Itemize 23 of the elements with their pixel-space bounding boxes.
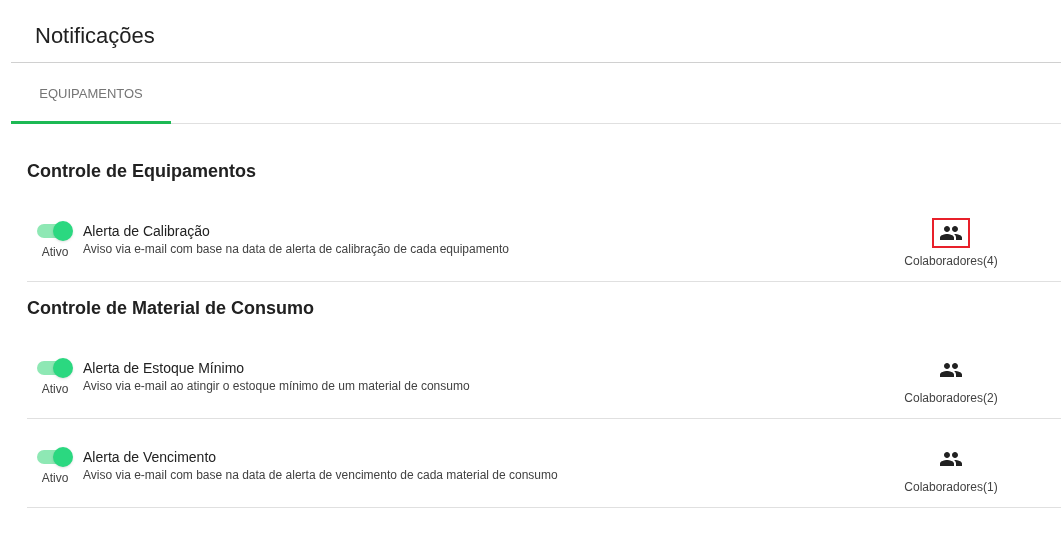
section-heading: Controle de Equipamentos (27, 160, 257, 183)
alert-description: Aviso via e-mail com base na data de alerta de vencimento de cada material de consumo (83, 467, 558, 483)
collaborators-count: Colaboradores(4) (904, 253, 998, 270)
page-title: Notificações (35, 22, 155, 50)
toggle-switch[interactable] (37, 221, 73, 241)
toggle-label: Ativo (41, 470, 69, 487)
toggle-label: Ativo (41, 244, 69, 261)
toggle-switch[interactable] (37, 447, 73, 467)
alert-title: Alerta de Estoque Mínimo (83, 359, 245, 378)
tab[interactable]: EQUIPAMENTOS (11, 63, 171, 124)
alert-description: Aviso via e-mail ao atingir o estoque mínimo de um material de consumo (83, 378, 470, 394)
people-icon (940, 363, 962, 377)
section-heading: Controle de Material de Consumo (27, 297, 315, 320)
toggle-label: Ativo (41, 381, 69, 398)
collaborators-count: Colaboradores(1) (904, 479, 998, 496)
people-icon (940, 226, 962, 240)
toggle-switch[interactable] (37, 358, 73, 378)
alert-title: Alerta de Vencimento (83, 448, 217, 467)
alert-description: Aviso via e-mail com base na data de alerta de calibração de cada equipamento (83, 241, 510, 257)
people-icon (940, 452, 962, 466)
collaborators-button[interactable] (932, 218, 970, 248)
collaborators-count: Colaboradores(2) (904, 390, 998, 407)
alert-title: Alerta de Calibração (83, 222, 210, 241)
